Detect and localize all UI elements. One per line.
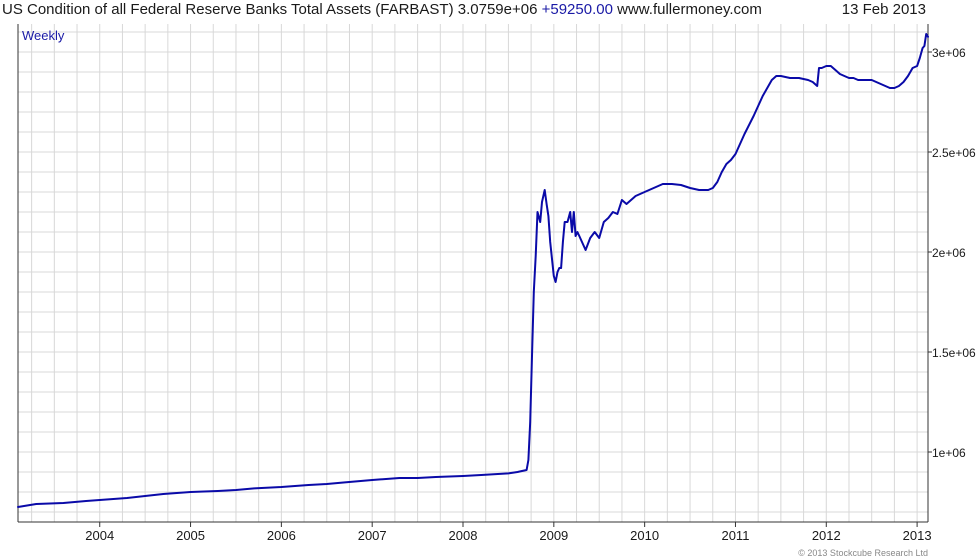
y-tick-label: 3e+06: [932, 46, 966, 60]
grid: [18, 24, 928, 522]
x-tick-label: 2005: [176, 528, 205, 543]
y-tick-label: 1e+06: [932, 446, 966, 460]
y-tick-label: 2e+06: [932, 246, 966, 260]
series: [17, 33, 929, 508]
x-tick-label: 2009: [539, 528, 568, 543]
series-line: [17, 33, 929, 508]
copyright-text: © 2013 Stockcube Research Ltd: [798, 548, 928, 558]
x-tick-label: 2010: [630, 528, 659, 543]
axes: [17, 24, 929, 523]
x-tick-label: 2008: [449, 528, 478, 543]
y-tick-label: 1.5e+06: [932, 346, 976, 360]
x-tick-label: 2012: [812, 528, 841, 543]
x-tick-label: 2004: [85, 528, 114, 543]
line-chart: 2004 2005 2006 2007 2008 2009 2010 2011 2012 2013…: [17, 24, 976, 543]
x-tick-label: 2011: [721, 528, 749, 543]
x-tick-label: 2006: [267, 528, 296, 543]
x-tick-label: 2007: [358, 528, 387, 543]
x-tick-label: 2013: [903, 528, 932, 543]
y-tick-label: 2.5e+06: [932, 146, 976, 160]
frequency-label: Weekly: [22, 28, 65, 43]
